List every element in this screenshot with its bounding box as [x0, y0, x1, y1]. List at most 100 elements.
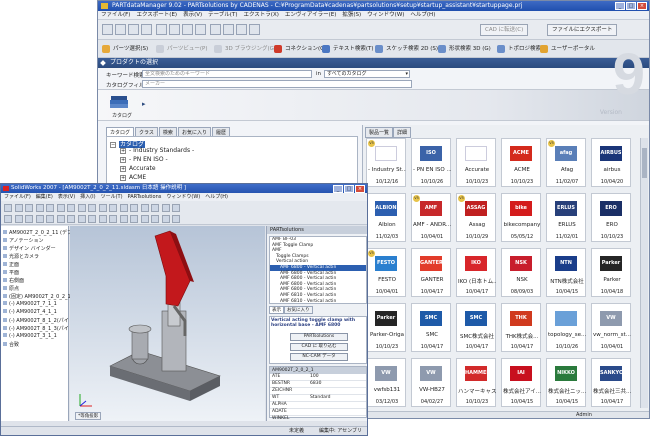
tool-icon[interactable]: [25, 215, 33, 223]
tool-icon[interactable]: [88, 204, 96, 212]
catalog-tile[interactable]: VW vwfsb131 03/12/03: [366, 358, 406, 407]
catalog-tile[interactable]: HAMMER ハンマーキャス... 10/10/23: [456, 358, 496, 407]
scroll-thumb[interactable]: [642, 148, 647, 178]
tool-icon[interactable]: [77, 204, 86, 212]
catalog-tile[interactable]: SANKYO 株式会社三共... 10/04/17: [591, 358, 631, 407]
catalog-tile[interactable]: ALBION Albion 11/02/03: [366, 193, 406, 242]
3d-browse-button[interactable]: 3D ブラウジング(G): [214, 43, 276, 55]
sw-menu-item[interactable]: 表示(V): [58, 193, 75, 201]
close-button[interactable]: ×: [637, 2, 647, 10]
sw-menu-item[interactable]: ツール(T): [101, 193, 123, 201]
sw-minimize-button[interactable]: _: [333, 185, 343, 193]
collapse-icon[interactable]: [100, 60, 106, 66]
menu-item[interactable]: ヘルプ(H): [410, 11, 435, 19]
feature-tree-item[interactable]: 正面: [3, 261, 19, 268]
zoom-icon[interactable]: [223, 24, 234, 35]
part-select-button[interactable]: パーツ選択(S): [102, 43, 148, 55]
catalog-tile[interactable]: IAI 株式会社アイ... 10/04/15: [501, 358, 541, 407]
tool-icon[interactable]: [46, 204, 54, 212]
catalog-tile[interactable]: VW vw_norm_st... 10/04/01: [591, 303, 631, 352]
tool-icon[interactable]: [109, 215, 117, 223]
tool-icon[interactable]: [161, 215, 170, 223]
save-icon[interactable]: [169, 24, 180, 35]
tool-icon[interactable]: [98, 215, 107, 223]
catalog-tile[interactable]: ERLUS ERLUS 11/02/01: [546, 193, 586, 242]
tool-icon[interactable]: [119, 215, 128, 223]
shape-search-button[interactable]: 形状検索 3D (G): [438, 43, 491, 55]
tree-item[interactable]: + - Industry Standards -: [120, 147, 194, 154]
sw-menu-item[interactable]: 編集(E): [36, 193, 53, 201]
menu-item[interactable]: 表示(V): [183, 11, 202, 19]
tool-icon[interactable]: [35, 215, 44, 223]
catalog-tile[interactable]: ACME ACME 10/10/23: [501, 138, 541, 187]
keyword-input[interactable]: 全文検索のためのキーワード: [142, 70, 312, 78]
catalog-tile[interactable]: AIRBUS airbus 10/04/20: [591, 138, 631, 187]
minimize-button[interactable]: _: [615, 2, 625, 10]
vertical-scrollbar[interactable]: [640, 138, 648, 408]
tool-icon[interactable]: [25, 204, 33, 212]
param-value[interactable]: 100: [310, 374, 319, 380]
text-search-button[interactable]: テキスト検索(T): [322, 43, 374, 55]
tool-icon[interactable]: [130, 204, 138, 212]
print-icon[interactable]: [156, 24, 167, 35]
catalog-tile[interactable]: SMC SMC株式会社 10/04/17: [456, 303, 496, 352]
tool-icon[interactable]: [35, 204, 44, 212]
tab-display[interactable]: 表示: [269, 306, 284, 314]
feature-tree-item[interactable]: 合致: [3, 341, 19, 348]
transfer-to-cad-button[interactable]: CAD に転送(C): [480, 24, 529, 36]
catalog-books-icon[interactable]: [110, 94, 130, 110]
view-orientation[interactable]: *等角投影: [75, 412, 102, 420]
sw-menu-item[interactable]: PARTsolutions: [128, 193, 162, 201]
feature-tree-item[interactable]: (-) AM9002T_4_1_1: [3, 309, 57, 315]
tool-icon[interactable]: [109, 204, 117, 212]
sw-menu-item[interactable]: ファイル(F): [4, 193, 31, 201]
graphics-viewport[interactable]: [70, 226, 265, 421]
sw-menu-item[interactable]: ヘルプ(H): [205, 193, 228, 201]
catalog-tile[interactable]: ERO ERO 10/10/23: [591, 193, 631, 242]
catalog-tile[interactable]: GANTER GANTER 10/04/17: [411, 248, 451, 297]
catalog-tile[interactable]: NTN NTN株式会社 10/04/15: [546, 248, 586, 297]
tab-detail[interactable]: 詳細: [393, 127, 412, 138]
tool-icon[interactable]: [14, 204, 23, 212]
catalog-tile[interactable]: V5 AMF AMF - ANDR... 10/04/01: [411, 193, 451, 242]
menu-item[interactable]: ファイル(F): [101, 11, 130, 19]
feature-tree-item[interactable]: (-) AM9002T_7_1_1: [3, 301, 57, 307]
catalog-tile[interactable]: V5 - Industry St... 10/12/16: [366, 138, 406, 187]
catalog-tile[interactable]: V5 FESTO FESTO 10/04/01: [366, 248, 406, 297]
menu-item[interactable]: エクスポート(E): [136, 11, 177, 19]
tool-icon[interactable]: [151, 204, 159, 212]
catalog-tile[interactable]: IKO IKO (日本トム... 10/04/17: [456, 248, 496, 297]
catalog-tile[interactable]: NSK NSK 08/09/03: [501, 248, 541, 297]
panel-tree-item[interactable]: AMF 6810 - Vertical actin: [270, 299, 366, 303]
filter-input[interactable]: メーカー: [142, 80, 412, 88]
tool-icon[interactable]: [98, 204, 107, 212]
tool-icon[interactable]: [172, 204, 180, 212]
sw-menu-item[interactable]: 挿入(I): [80, 193, 95, 201]
tree-item[interactable]: + ACME: [120, 174, 146, 181]
feature-tree-item[interactable]: (-) AM9002T_8_1_3(パイ: [3, 325, 69, 332]
tree-item[interactable]: + - PN EN ISO -: [120, 156, 168, 163]
catalog-scope-select[interactable]: すべてのカタログ: [324, 70, 410, 78]
home-icon[interactable]: [128, 24, 139, 35]
feature-tree-item[interactable]: アノテーション: [3, 237, 43, 244]
help-icon[interactable]: [195, 24, 206, 35]
param-value[interactable]: 6830: [310, 381, 321, 387]
catalog-tile[interactable]: SMC SMC 10/04/17: [411, 303, 451, 352]
feature-tree-item[interactable]: (-) AM9002T_3_1_1: [3, 333, 57, 339]
export-button[interactable]: ファイルにエクスポート: [547, 24, 618, 36]
feature-tree-item[interactable]: (-) AM9002T_8_1_2(パイ: [3, 317, 69, 324]
forward-icon[interactable]: [115, 24, 126, 35]
param-value[interactable]: Standard: [310, 395, 330, 401]
tool-icon[interactable]: [140, 204, 149, 212]
topology-search-button[interactable]: トポロジ検索: [497, 43, 541, 55]
connection-button[interactable]: コネクション(C): [274, 43, 326, 55]
catalog-tile[interactable]: THK THK株式会... 10/04/17: [501, 303, 541, 352]
settings-icon[interactable]: [182, 24, 193, 35]
user-portal-button[interactable]: ユーザーポータル: [540, 43, 595, 55]
catalog-tile[interactable]: topology_se... 10/10/26: [546, 303, 586, 352]
catalog-tile[interactable]: bike bikecompany 05/05/12: [501, 193, 541, 242]
catalog-tile[interactable]: NIKKO 株式会社ニッ... 10/04/15: [546, 358, 586, 407]
feature-tree-item[interactable]: 原点: [3, 285, 19, 292]
tool-icon[interactable]: [130, 215, 138, 223]
feature-tree-item[interactable]: (固定) AM9002T_2_0_2_1: [3, 293, 71, 300]
